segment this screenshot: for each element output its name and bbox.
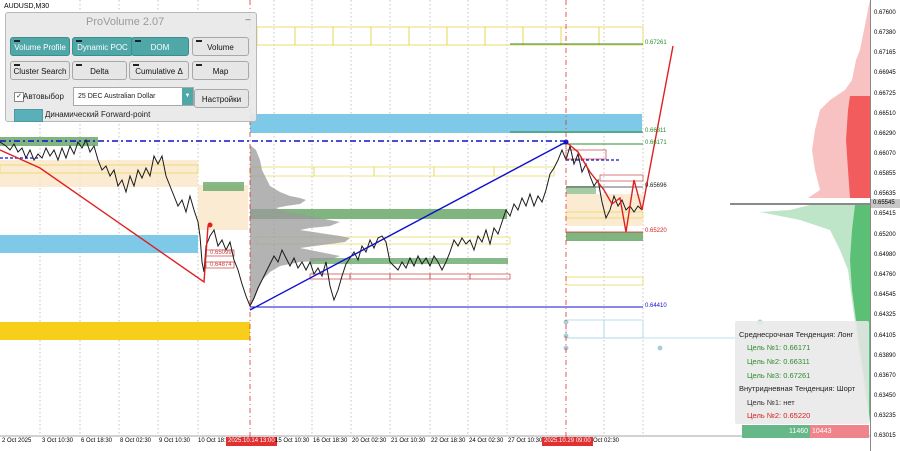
intra-target-1: Цель №1: нет <box>747 398 795 407</box>
level-label-66171: 0.66171 <box>645 140 667 146</box>
sell-volume-bar: 10443 <box>810 425 869 438</box>
instrument-select[interactable]: 25 DEC Australian Dollar ▼ <box>73 87 194 106</box>
zone-lightblue-top <box>250 114 642 133</box>
symbol-label: AUDUSD,M30 <box>4 3 50 10</box>
time-tick: 16 Oct 18:30 <box>313 438 348 444</box>
instrument-select-value: 25 DEC Australian Dollar <box>78 93 156 100</box>
price-tick: 0.64105 <box>874 333 896 339</box>
blue-box-bottom <box>565 319 760 339</box>
time-tick: 22 Oct 18:30 <box>431 438 466 444</box>
zone-lightblue-left <box>0 235 198 253</box>
chevron-down-icon[interactable]: ▼ <box>182 88 193 105</box>
price-tick: 0.67165 <box>874 50 896 56</box>
intraday-trend-title: Внутридневная Тенденция: Шорт <box>739 384 856 393</box>
dynamic-poc-button[interactable]: Dynamic POC <box>72 37 133 56</box>
time-tick: 15 Oct 10:30 <box>275 438 310 444</box>
level-label-65220: 0.65220 <box>645 228 667 234</box>
price-tick: 0.63235 <box>874 413 896 419</box>
provolume-panel[interactable]: ProVolume 2.07 – Volume Profile Dynamic … <box>5 12 257 122</box>
time-tick: 21 Oct 10:30 <box>391 438 426 444</box>
price-axis[interactable]: 0.67600 0.67380 0.67165 0.66945 0.66725 … <box>870 0 900 451</box>
mid-trend-title: Среднесрочная Тенденция: Лонг <box>739 330 854 339</box>
price-tick: 0.67600 <box>874 10 896 16</box>
panel-title: ProVolume 2.07 <box>86 16 165 28</box>
time-tick: 8 Oct 02:30 <box>120 438 152 444</box>
inner-label-a: 0.65099 <box>210 250 232 256</box>
price-tick: 0.66945 <box>874 70 896 76</box>
level-label-65696: 0.65696 <box>645 183 667 189</box>
dom-button[interactable]: DOM <box>131 37 189 56</box>
price-tick: 0.65200 <box>874 232 896 238</box>
current-price-label: 0.65545 <box>871 199 900 208</box>
settings-label: Настройки <box>201 95 242 104</box>
cumulative-delta-label: Cumulative Δ <box>135 67 183 76</box>
zone-green-right <box>566 232 643 241</box>
volume-profile-label: Volume Profile <box>14 43 66 52</box>
cluster-search-button[interactable]: Cluster Search <box>10 61 70 80</box>
time-tick: 9 Oct 10:30 <box>159 438 191 444</box>
volume-button[interactable]: Volume <box>192 37 249 56</box>
auto-select-label: Автовыбор <box>23 92 64 101</box>
intra-target-2: Цель №2: 0.65220 <box>747 411 811 420</box>
level-label-67261: 0.67261 <box>645 40 667 46</box>
cumulative-delta-button[interactable]: Cumulative Δ <box>129 61 189 80</box>
blue-dots <box>563 319 763 351</box>
map-label: Map <box>212 67 229 76</box>
time-tick: 6 Oct 18:30 <box>81 438 113 444</box>
zone-peach-2 <box>198 185 248 230</box>
dom-label: DOM <box>150 43 170 52</box>
trading-chart[interactable]: AUDUSD,M30 0.67261 0.66311 0.66171 0.656… <box>0 0 900 451</box>
yellow-box-row-top <box>256 26 644 46</box>
time-tick: 2 Oct 2025 <box>2 438 32 444</box>
price-tick: 0.64325 <box>874 312 896 318</box>
price-tick: 0.65415 <box>874 211 896 217</box>
volume-profile-button[interactable]: Volume Profile <box>10 37 70 56</box>
cluster-search-label: Cluster Search <box>13 67 67 76</box>
level-label-64410: 0.64410 <box>645 303 667 309</box>
trend-info-box: Среднесрочная Тенденция: Лонг Цель №1: 0… <box>735 321 869 424</box>
forward-point-toggle[interactable] <box>14 109 43 122</box>
zone-gold-left <box>0 322 250 340</box>
time-tick: 3 Oct 10:30 <box>42 438 74 444</box>
time-tick: Oct 02:30 <box>593 438 620 444</box>
price-tick: 0.66510 <box>874 111 896 117</box>
volume-label: Volume <box>207 43 234 52</box>
mid-target-2: Цель №2: 0.66311 <box>747 357 810 366</box>
time-badge-1: 2025.10.14 13:00 <box>226 437 277 446</box>
time-tick: 20 Oct 02:30 <box>352 438 387 444</box>
center-volume-profile <box>250 145 350 306</box>
forward-point-label: Динамический Forward-point <box>45 110 151 119</box>
price-tick: 0.64980 <box>874 252 896 258</box>
mid-target-3: Цель №3: 0.67261 <box>747 371 811 380</box>
price-tick: 0.63015 <box>874 433 896 439</box>
map-button[interactable]: Map <box>192 61 249 80</box>
price-tick: 0.66290 <box>874 131 896 137</box>
settings-button[interactable]: Настройки <box>194 89 249 108</box>
price-tick: 0.67380 <box>874 30 896 36</box>
zone-green-left-2 <box>203 182 244 191</box>
price-tick: 0.64760 <box>874 272 896 278</box>
time-tick: 10 Oct 18: <box>198 438 226 444</box>
inner-label-b: 0.64874 <box>210 262 232 268</box>
buy-volume-bar: 11460 <box>742 425 810 438</box>
time-badge-2: 2025.10.29 09:00 <box>542 437 593 446</box>
delta-button[interactable]: Delta <box>72 61 127 80</box>
price-tick: 0.64545 <box>874 292 896 298</box>
delta-label: Delta <box>90 67 109 76</box>
price-tick: 0.63450 <box>874 393 896 399</box>
price-tick: 0.66070 <box>874 151 896 157</box>
dynamic-poc-label: Dynamic POC <box>77 43 128 52</box>
minimize-icon[interactable]: – <box>243 15 253 25</box>
time-tick: 24 Oct 02:30 <box>469 438 504 444</box>
price-tick: 0.65635 <box>874 191 896 197</box>
level-label-66311: 0.66311 <box>645 128 667 134</box>
time-tick: 27 Oct 10:30 <box>508 438 543 444</box>
price-tick: 0.63670 <box>874 373 896 379</box>
price-tick: 0.65855 <box>874 171 896 177</box>
price-tick: 0.63890 <box>874 353 896 359</box>
price-tick: 0.66725 <box>874 91 896 97</box>
mid-target-1: Цель №1: 0.66171 <box>747 343 811 352</box>
